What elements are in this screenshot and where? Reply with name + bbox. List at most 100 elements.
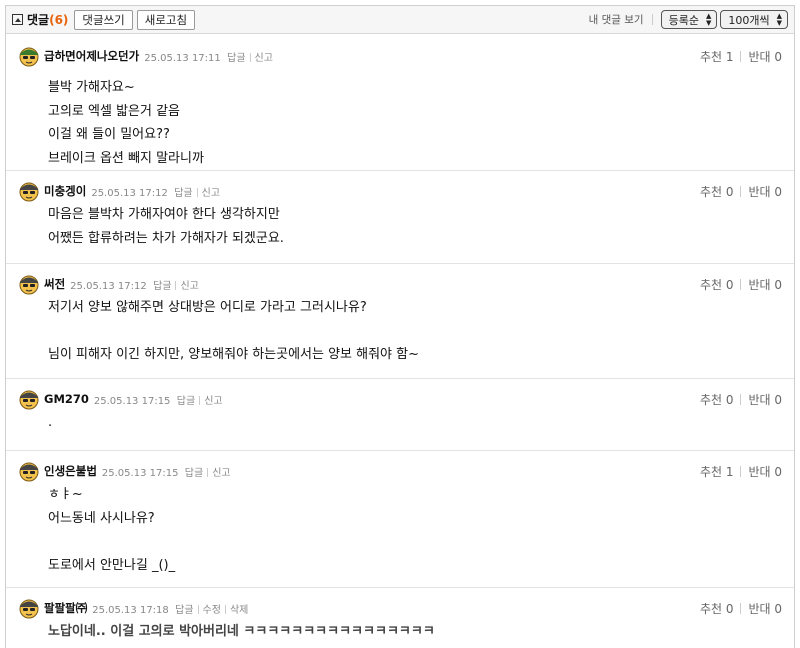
comment-votes: 추천 1 반대 0 [700, 463, 782, 480]
comment-votes: 추천 0 반대 0 [700, 276, 782, 293]
divider [740, 279, 742, 290]
recommend-button[interactable]: 추천 1 [700, 48, 734, 65]
sort-select[interactable]: 등록순 ▲ ▼ [660, 10, 718, 29]
select-arrows-icon: ▲ ▼ [776, 11, 782, 27]
comment-meta: 25.05.13 17:11 답글 신고 [144, 49, 273, 64]
divider [651, 14, 653, 25]
divider [740, 466, 742, 477]
comment-header: 미충겡이 25.05.13 17:12 답글 신고 [18, 180, 220, 202]
comment-meta: 25.05.13 17:15 답글 신고 [94, 392, 223, 407]
divider [740, 394, 742, 405]
comment-author[interactable]: GM270 [44, 392, 89, 406]
divider [175, 280, 177, 290]
recommend-button[interactable]: 추천 0 [700, 600, 734, 617]
comment-meta: 25.05.13 17:12 답글 신고 [70, 277, 199, 292]
comment-section: 댓글 (6) 댓글쓰기 새로고침 내 댓글 보기 등록순 ▲ ▼ 100개씩 ▲ ▼… [5, 5, 795, 648]
comment-votes: 추천 0 반대 0 [700, 183, 782, 200]
comment-action-1[interactable]: 수정 [203, 605, 221, 616]
comment-item: GM270 25.05.13 17:15 답글 신고 추천 0 반대 0. [6, 379, 794, 451]
comment-action-0[interactable]: 답글 [227, 53, 245, 64]
comment-votes: 추천 0 반대 0 [700, 600, 782, 617]
comment-action-0[interactable]: 답글 [177, 396, 195, 407]
recommend-button[interactable]: 추천 0 [700, 183, 734, 200]
comment-body: 저기서 양보 않해주면 상대방은 어디로 가라고 그러시나유? 님이 피해자 이… [48, 300, 420, 362]
comment-body: 마음은 블박차 가해자여야 한다 생각하지만 어쨌든 합류하려는 차가 가해자가… [48, 207, 284, 246]
refresh-button[interactable]: 새로고침 [136, 9, 196, 30]
avatar-icon[interactable] [18, 460, 40, 482]
page-size-value: 100개씩 [728, 13, 770, 27]
comment-author[interactable]: 인생은불법 [44, 463, 97, 479]
comment-action-1[interactable]: 신고 [204, 396, 222, 407]
divider [740, 603, 742, 614]
comment-action-0[interactable]: 답글 [174, 188, 192, 199]
comment-action-0[interactable]: 답글 [185, 468, 203, 479]
comment-item: 팔팔팔㈜ 25.05.13 17:18 답글 수정 삭제 추천 0 반대 0 노답이네.. … [6, 588, 794, 648]
divider [740, 186, 742, 197]
divider [224, 604, 226, 614]
comment-action-1[interactable]: 신고 [255, 53, 273, 64]
oppose-button[interactable]: 반대 0 [748, 600, 782, 617]
comment-author[interactable]: 팔팔팔㈜ [44, 600, 87, 616]
comment-item: 써전 25.05.13 17:12 답글 신고 추천 0 반대 0 저기서 양보 않해주면… [6, 264, 794, 379]
divider [207, 467, 209, 477]
select-arrows-icon: ▲ ▼ [705, 11, 712, 27]
collapse-toggle-icon[interactable] [12, 14, 23, 25]
comment-date: 25.05.13 17:15 [101, 467, 179, 479]
comment-action-2[interactable]: 삭제 [230, 605, 248, 616]
divider [197, 604, 199, 614]
comment-item: 급하면어제나오던가 25.05.13 17:11 답글 신고 추천 1 반대 0 블박 가… [6, 36, 794, 171]
comment-item: 미충겡이 25.05.13 17:12 답글 신고 추천 0 반대 0 마음은 블박차 가… [6, 171, 794, 264]
comment-body: 블박 가해자요~ 고의로 엑셀 밟은거 같음 이걸 왜 들이 밀어요?? 브레이… [48, 80, 204, 166]
sort-select-value: 등록순 [668, 13, 699, 27]
oppose-button[interactable]: 반대 0 [748, 183, 782, 200]
comment-title: 댓글 [27, 13, 50, 27]
comment-action-0[interactable]: 답글 [175, 605, 193, 616]
comment-meta: 25.05.13 17:12 답글 신고 [91, 184, 220, 199]
comment-header: 급하면어제나오던가 25.05.13 17:11 답글 신고 [18, 45, 273, 67]
comment-meta: 25.05.13 17:15 답글 신고 [102, 464, 231, 479]
avatar-icon[interactable] [18, 597, 40, 619]
comment-body: . [48, 415, 53, 430]
comment-item: 인생은불법 25.05.13 17:15 답글 신고 추천 1 반대 0 ㅎㅑ~ 어느동네… [6, 451, 794, 588]
comment-action-1[interactable]: 신고 [202, 188, 220, 199]
comment-date: 25.05.13 17:18 [92, 604, 169, 616]
recommend-button[interactable]: 추천 0 [700, 391, 734, 408]
oppose-button[interactable]: 반대 0 [748, 463, 782, 480]
comment-action-0[interactable]: 답글 [153, 281, 171, 292]
avatar-icon[interactable] [18, 388, 40, 410]
comment-header: 팔팔팔㈜ 25.05.13 17:18 답글 수정 삭제 [18, 597, 248, 619]
comment-date: 25.05.13 17:15 [93, 395, 171, 407]
comment-header: 인생은불법 25.05.13 17:15 답글 신고 [18, 460, 231, 482]
divider [249, 52, 251, 62]
oppose-button[interactable]: 반대 0 [748, 391, 782, 408]
divider [199, 395, 201, 405]
oppose-button[interactable]: 반대 0 [748, 48, 782, 65]
comment-author[interactable]: 급하면어제나오던가 [44, 48, 139, 64]
recommend-button[interactable]: 추천 1 [700, 463, 734, 480]
comment-date: 25.05.13 17:11 [144, 52, 221, 64]
comment-date: 25.05.13 17:12 [91, 187, 168, 199]
comment-author[interactable]: 써전 [44, 276, 65, 292]
comment-author[interactable]: 미충겡이 [44, 183, 86, 199]
comment-body: 노답이네.. 이걸 고의로 박아버리네 ㅋㅋㅋㅋㅋㅋㅋㅋㅋㅋㅋㅋㅋㅋㅋㅋ [48, 624, 435, 639]
divider [740, 51, 742, 62]
comment-header: GM270 25.05.13 17:15 답글 신고 [18, 388, 223, 410]
comment-action-1[interactable]: 신고 [180, 281, 198, 292]
oppose-button[interactable]: 반대 0 [748, 276, 782, 293]
page-size-select[interactable]: 100개씩 ▲ ▼ [720, 10, 788, 29]
comment-votes: 추천 1 반대 0 [700, 48, 782, 65]
comment-header: 써전 25.05.13 17:12 답글 신고 [18, 273, 199, 295]
comment-action-1[interactable]: 신고 [212, 468, 230, 479]
avatar-icon[interactable] [18, 273, 40, 295]
divider [196, 187, 198, 197]
comment-toolbar: 댓글 (6) 댓글쓰기 새로고침 내 댓글 보기 등록순 ▲ ▼ 100개씩 ▲ ▼ [6, 6, 794, 34]
comment-votes: 추천 0 반대 0 [700, 391, 782, 408]
my-comments-link[interactable]: 내 댓글 보기 [589, 12, 644, 27]
comment-body: ㅎㅑ~ 어느동네 사시나유? 도로에서 안만나길 _()_ [48, 487, 176, 573]
recommend-button[interactable]: 추천 0 [700, 276, 734, 293]
comment-date: 25.05.13 17:12 [70, 280, 147, 292]
write-comment-button[interactable]: 댓글쓰기 [74, 9, 133, 30]
avatar-icon[interactable] [18, 45, 40, 67]
comment-meta: 25.05.13 17:18 답글 수정 삭제 [92, 601, 248, 616]
avatar-icon[interactable] [18, 180, 40, 202]
